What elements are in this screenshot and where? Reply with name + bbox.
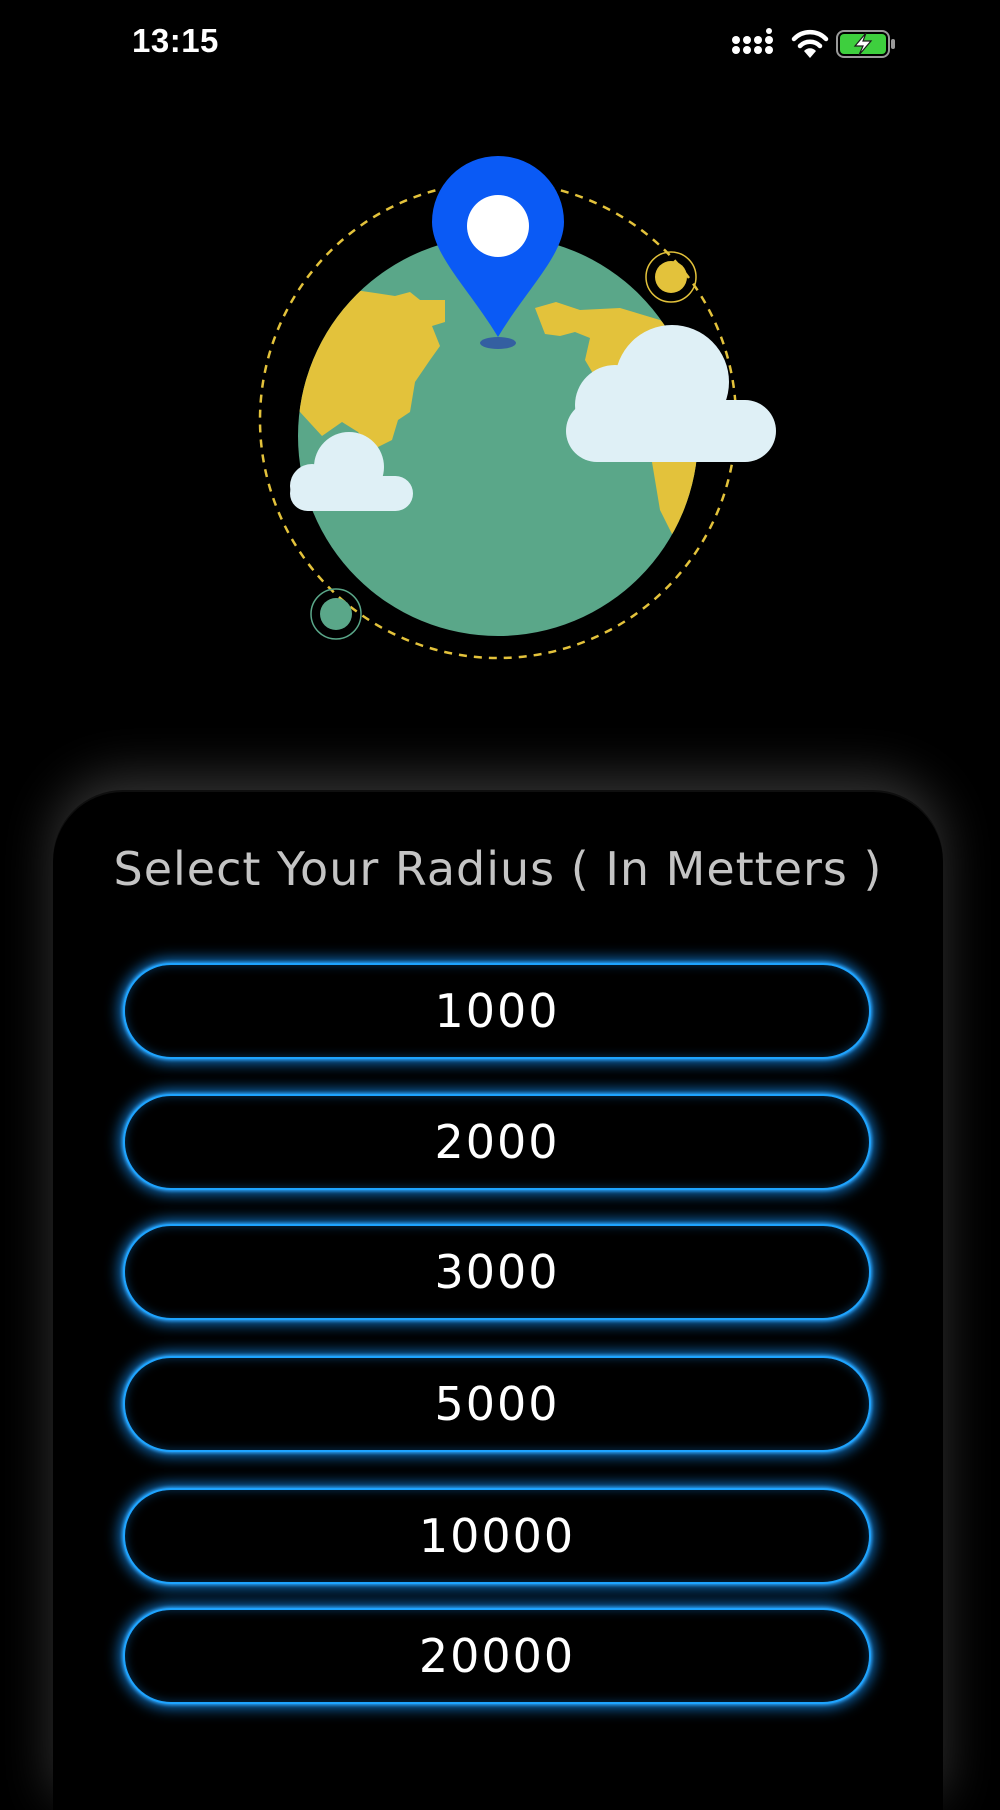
radius-option-button[interactable]: 3000	[123, 1224, 871, 1320]
radius-option-button[interactable]: 2000	[123, 1094, 871, 1190]
radius-option-label: 3000	[434, 1245, 560, 1299]
status-bar: 13:15	[0, 0, 1000, 90]
radius-option-label: 5000	[434, 1377, 560, 1431]
radius-selection-card: Select Your Radius ( In Metters ) 1000 2…	[53, 790, 943, 1810]
battery-charging-icon	[836, 30, 895, 58]
radius-option-button[interactable]: 5000	[123, 1356, 871, 1452]
cellular-signal-icon	[732, 28, 773, 54]
radius-option-button[interactable]: 10000	[123, 1488, 871, 1584]
radius-option-label: 10000	[418, 1509, 576, 1563]
radius-option-button[interactable]: 20000	[123, 1608, 871, 1704]
orbit-planet-green	[310, 588, 362, 640]
radius-option-label: 1000	[434, 984, 560, 1038]
radius-option-label: 20000	[418, 1629, 576, 1683]
radius-option-button[interactable]: 1000	[123, 963, 871, 1059]
status-icons	[730, 26, 900, 60]
wifi-icon	[791, 29, 829, 58]
hero-illustration	[0, 150, 1000, 690]
status-time: 13:15	[132, 22, 219, 59]
radius-option-label: 2000	[434, 1115, 560, 1169]
radius-title: Select Your Radius ( In Metters )	[113, 842, 883, 896]
